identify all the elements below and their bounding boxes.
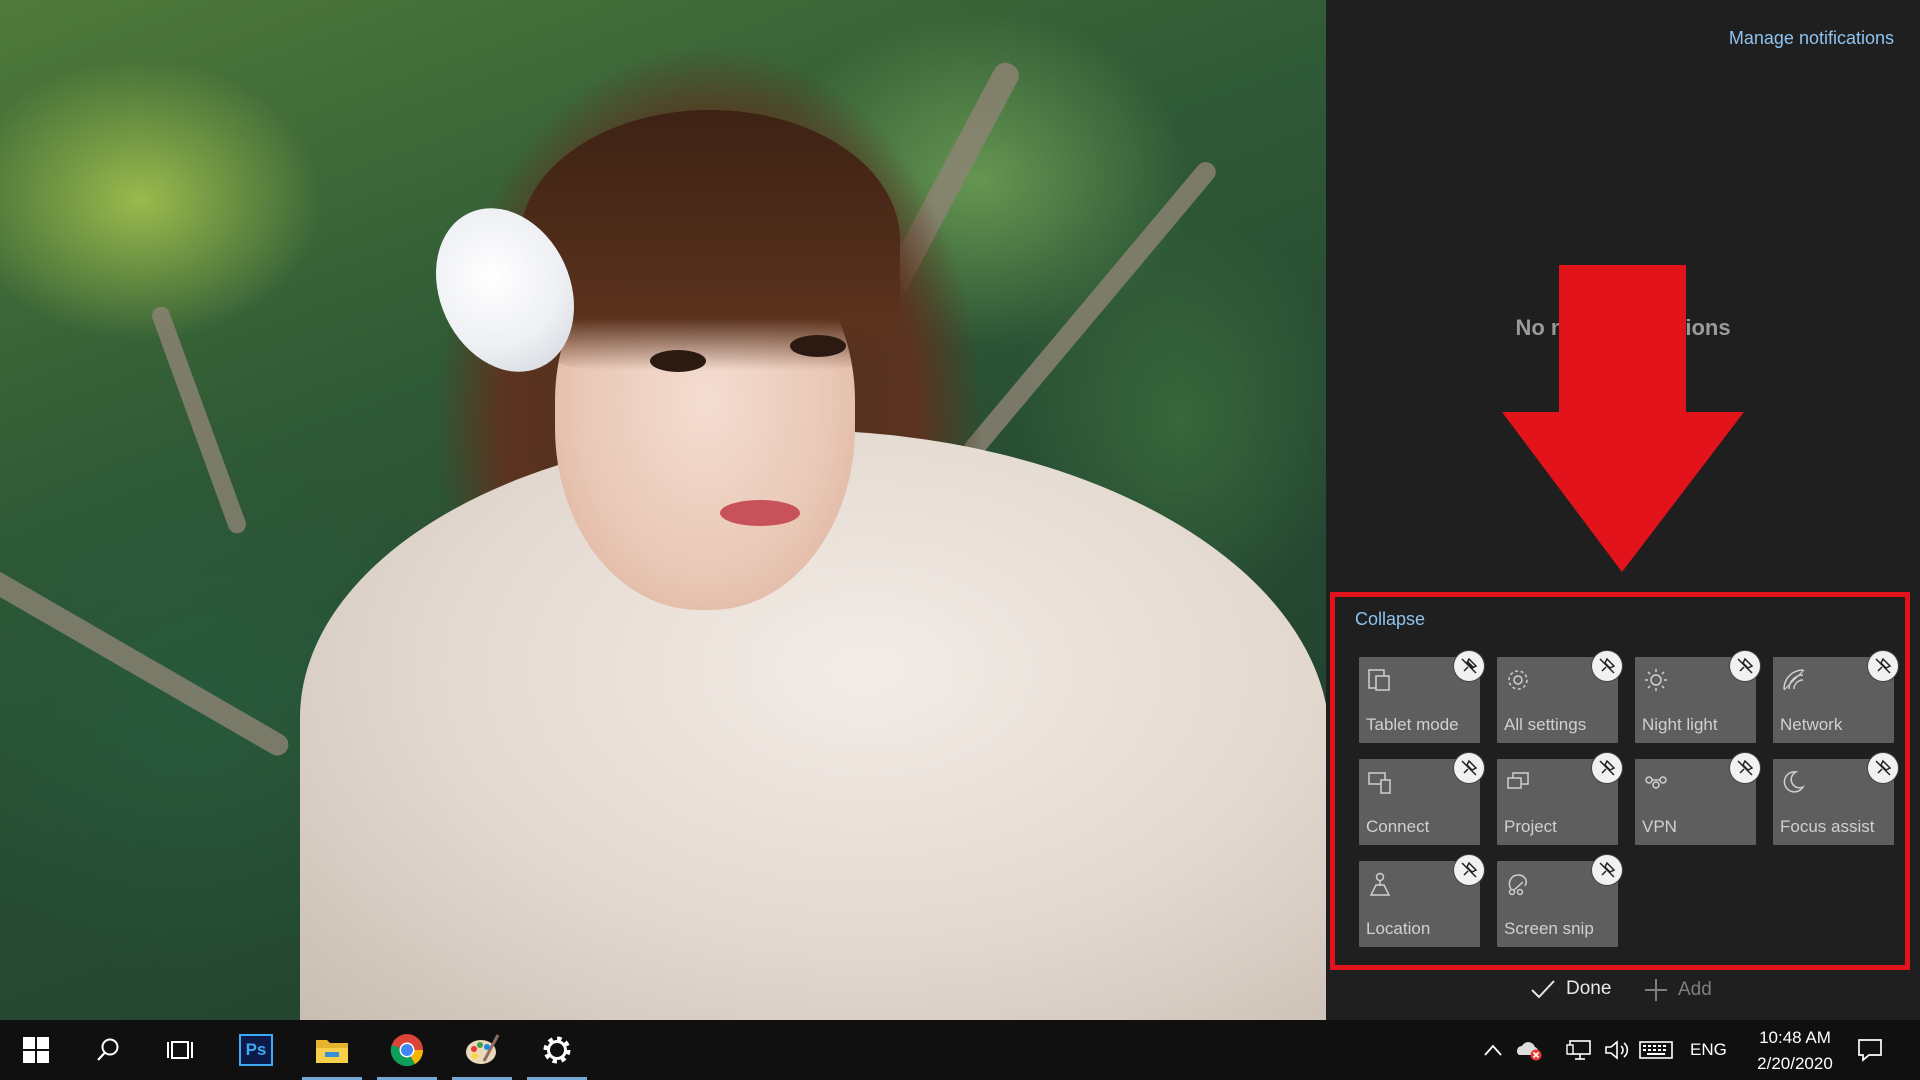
taskbar-app-settings[interactable]: [527, 1020, 587, 1080]
tile-label: Location: [1366, 919, 1431, 938]
moon-icon: [1783, 771, 1805, 793]
photoshop-icon: Ps: [239, 1034, 273, 1066]
unpin-icon[interactable]: [1592, 651, 1622, 681]
done-button[interactable]: Done: [1530, 978, 1611, 1000]
night-light-icon: [1645, 669, 1667, 691]
tile-label: Screen snip: [1504, 919, 1594, 938]
add-button[interactable]: Add: [1644, 978, 1712, 1002]
tile-network[interactable]: Network: [1773, 651, 1898, 743]
wallpaper-branch: [0, 560, 293, 760]
taskbar-app-chrome[interactable]: [377, 1020, 437, 1080]
search-button[interactable]: [78, 1020, 138, 1080]
tile-connect[interactable]: Connect: [1359, 753, 1484, 845]
windows-logo-icon: [23, 1037, 49, 1063]
tile-all-settings[interactable]: All settings: [1497, 651, 1622, 743]
keyboard-icon: [1639, 1041, 1673, 1059]
vpn-icon: [1645, 776, 1667, 789]
taskbar: Ps ENG 10:48 AM 2/20/2020: [0, 1020, 1920, 1080]
tile-project[interactable]: Project: [1497, 753, 1622, 845]
red-arrow-shape: [1502, 265, 1744, 572]
task-view-icon: [167, 1041, 193, 1059]
clock-time: 10:48 AM: [1759, 1028, 1831, 1047]
tile-location[interactable]: Location: [1359, 855, 1484, 947]
tile-label: Night light: [1642, 715, 1718, 734]
taskbar-app-paint[interactable]: [452, 1020, 512, 1080]
tile-label: Project: [1504, 817, 1557, 836]
wallpaper-lips: [720, 500, 800, 526]
taskbar-app-photoshop[interactable]: Ps: [226, 1020, 286, 1080]
wallpaper-eye: [790, 335, 846, 357]
touch-keyboard-button[interactable]: [1636, 1020, 1676, 1080]
tile-vpn[interactable]: VPN: [1635, 753, 1760, 845]
start-button[interactable]: [6, 1020, 66, 1080]
unpin-icon[interactable]: [1868, 753, 1898, 783]
action-center-button[interactable]: [1842, 1020, 1898, 1080]
tile-label: Network: [1780, 715, 1843, 734]
task-view-button[interactable]: [150, 1020, 210, 1080]
tile-label: VPN: [1642, 817, 1677, 836]
tile-focus-assist[interactable]: Focus assist: [1773, 753, 1898, 845]
quick-actions-highlight-box: Collapse Tablet mode All settings Night …: [1330, 592, 1910, 970]
gear-icon: [1508, 670, 1528, 690]
onedrive-tray-button[interactable]: [1512, 1020, 1546, 1080]
taskbar-app-file-explorer[interactable]: [302, 1020, 362, 1080]
tile-night-light[interactable]: Night light: [1635, 651, 1760, 743]
unpin-icon[interactable]: [1730, 753, 1760, 783]
folder-icon: [316, 1040, 348, 1063]
paint-palette-icon: [466, 1034, 500, 1064]
quick-action-tiles: Tablet mode All settings Night light Net…: [1359, 651, 1907, 947]
speaker-icon: [1605, 1040, 1629, 1060]
project-icon: [1507, 772, 1529, 789]
ethernet-monitor-icon: [1566, 1040, 1591, 1060]
desktop-wallpaper: [0, 0, 1326, 1020]
unpin-icon[interactable]: [1592, 855, 1622, 885]
tile-tablet-mode[interactable]: Tablet mode: [1359, 651, 1484, 743]
quick-actions-edit-bar: Done Add: [1326, 970, 1920, 1020]
collapse-link[interactable]: Collapse: [1355, 609, 1425, 630]
taskbar-clock[interactable]: 10:48 AM 2/20/2020: [1740, 1025, 1850, 1077]
network-tray-button[interactable]: [1562, 1020, 1596, 1080]
red-arrow-annotation: [1502, 265, 1744, 572]
input-language-indicator[interactable]: ENG: [1690, 1040, 1727, 1060]
show-hidden-icons-button[interactable]: [1478, 1020, 1508, 1080]
notification-icon: [1858, 1039, 1882, 1062]
tile-label: All settings: [1504, 715, 1587, 734]
tile-label: Connect: [1366, 817, 1430, 836]
search-icon: [97, 1038, 119, 1061]
onedrive-error-icon: [1517, 1042, 1542, 1061]
tablet-mode-icon: [1368, 669, 1390, 691]
unpin-icon[interactable]: [1454, 753, 1484, 783]
gear-icon: [543, 1036, 571, 1064]
tile-label: Focus assist: [1780, 817, 1875, 836]
connect-icon: [1368, 772, 1391, 794]
add-label: Add: [1678, 979, 1712, 1000]
unpin-icon[interactable]: [1454, 855, 1484, 885]
chevron-up-icon: [1484, 1044, 1502, 1056]
done-label: Done: [1566, 978, 1612, 999]
manage-notifications-link[interactable]: Manage notifications: [1729, 28, 1894, 49]
network-icon: [1783, 669, 1805, 691]
unpin-icon[interactable]: [1454, 651, 1484, 681]
unpin-icon[interactable]: [1868, 651, 1898, 681]
volume-tray-button[interactable]: [1600, 1020, 1634, 1080]
tile-screen-snip[interactable]: Screen snip: [1497, 855, 1622, 947]
wallpaper-eye: [650, 350, 706, 372]
tile-label: Tablet mode: [1366, 715, 1459, 734]
unpin-icon[interactable]: [1592, 753, 1622, 783]
screen-snip-icon: [1508, 874, 1527, 896]
location-icon: [1369, 872, 1391, 896]
checkmark-icon: [1531, 980, 1555, 999]
wallpaper-bangs: [520, 110, 900, 370]
wallpaper-branch: [149, 304, 249, 536]
unpin-icon[interactable]: [1730, 651, 1760, 681]
clock-date: 2/20/2020: [1757, 1054, 1833, 1073]
chrome-icon: [390, 1034, 424, 1067]
plus-icon: [1645, 979, 1667, 1001]
